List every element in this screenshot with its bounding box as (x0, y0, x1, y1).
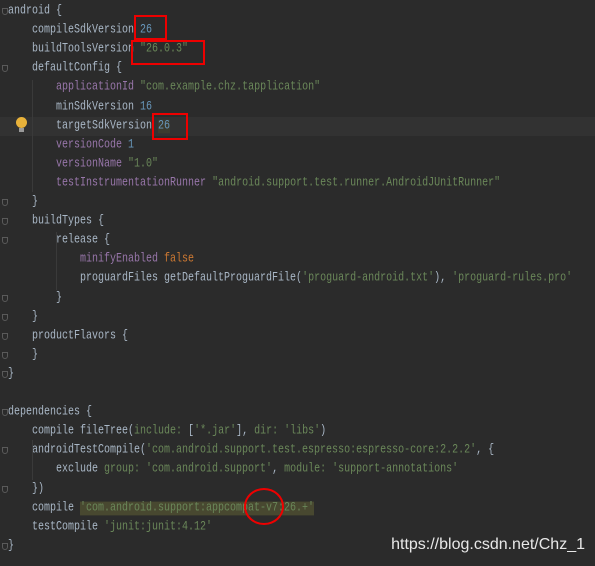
indent-guide (56, 232, 57, 290)
annotation-circle-appcompat-version (244, 488, 284, 525)
fold-marker-icon[interactable] (2, 237, 8, 245)
code-line[interactable]: } (0, 289, 595, 308)
code-text: } (8, 363, 14, 387)
code-token: ), (434, 272, 453, 286)
code-text: exclude group: 'com.android.support', mo… (8, 458, 458, 482)
code-token: group: (104, 463, 147, 477)
code-line[interactable]: applicationId "com.example.chz.tapplicat… (0, 78, 595, 97)
fold-marker-icon[interactable] (2, 351, 8, 359)
code-token: } (8, 539, 15, 554)
code-token: } (8, 195, 39, 210)
code-token: exclude (8, 463, 105, 477)
code-token: dir: (254, 424, 285, 439)
code-token: 16 (140, 100, 153, 114)
annotation-box-target-sdk (152, 113, 188, 140)
code-line[interactable]: testInstrumentationRunner "android.suppo… (0, 174, 595, 193)
code-token: android { (8, 4, 63, 19)
indent-guide (32, 80, 33, 192)
code-token: 'proguard-android.txt' (302, 272, 435, 286)
code-text: testInstrumentationRunner "android.suppo… (8, 172, 500, 196)
code-token: '*.jar' (194, 424, 237, 439)
code-token: ) (320, 424, 327, 439)
code-token: } (8, 367, 15, 382)
watermark: https://blog.csdn.net/Chz_1 (391, 536, 585, 553)
code-token: compileSdkVersion (8, 23, 141, 38)
lightbulb-icon[interactable] (16, 117, 27, 132)
code-token: ], (236, 424, 255, 439)
code-text: proguardFiles getDefaultProguardFile('pr… (8, 267, 572, 291)
code-token: minifyEnabled (80, 252, 159, 267)
code-line[interactable]: proguardFiles getDefaultProguardFile('pr… (0, 269, 595, 288)
indent-guide (32, 440, 33, 480)
fold-marker-icon[interactable] (2, 409, 8, 417)
code-token: } (8, 291, 63, 305)
code-line[interactable]: } (0, 346, 595, 365)
code-token: include: (134, 424, 189, 439)
fold-marker-icon[interactable] (2, 370, 8, 378)
code-line[interactable]: testCompile 'junit:junit:4.12' (0, 518, 595, 537)
code-token: testInstrumentationRunner (56, 176, 207, 191)
code-token: versionCode (56, 138, 123, 153)
code-token: } (8, 310, 39, 324)
code-token: 'support-annotations' (332, 463, 459, 477)
fold-marker-icon[interactable] (2, 332, 8, 340)
code-token: dependencies { (8, 405, 93, 420)
code-token: 'com.android.support.test.espresso:espre… (146, 443, 477, 458)
code-token: } (8, 348, 39, 363)
code-token: 1 (128, 138, 135, 153)
code-token: "1.0" (128, 157, 159, 172)
code-token: versionName (56, 157, 123, 172)
fold-marker-icon[interactable] (2, 199, 8, 206)
code-token: minSdkVersion (8, 100, 141, 114)
code-token: buildToolsVersion (8, 42, 141, 57)
code-text: } (8, 534, 14, 558)
code-token: 'junit:junit:4.12' (104, 520, 213, 535)
code-token: , (272, 463, 285, 477)
code-token: release { (8, 233, 111, 248)
code-token: "com.example.chz.tapplication" (140, 81, 321, 95)
fold-marker-icon[interactable] (2, 313, 8, 321)
fold-marker-icon[interactable] (2, 542, 8, 550)
code-token: 'proguard-rules.pro' (452, 272, 573, 286)
fold-marker-icon[interactable] (2, 8, 8, 15)
code-token: 'com.android.support' (146, 463, 273, 477)
code-token: false (164, 252, 195, 267)
code-line[interactable]: } (0, 365, 595, 384)
code-token: productFlavors { (8, 329, 129, 344)
code-token: proguardFiles getDefaultProguardFile( (8, 272, 303, 286)
fold-marker-icon[interactable] (2, 485, 8, 493)
code-token: module: (284, 463, 333, 477)
fold-marker-icon[interactable] (2, 294, 8, 302)
code-token: compile fileTree( (8, 424, 135, 439)
code-token: 'libs' (284, 424, 321, 439)
code-token: defaultConfig { (8, 61, 123, 76)
annotation-box-build-tools (131, 40, 205, 65)
code-line[interactable]: exclude group: 'com.android.support', mo… (0, 460, 595, 479)
code-token: }) (8, 482, 45, 496)
code-token: targetSdkVersion (8, 119, 159, 133)
code-token: buildTypes { (8, 214, 105, 229)
code-token: testCompile (8, 520, 105, 535)
code-token: , { (476, 443, 495, 458)
code-line[interactable]: productFlavors { (0, 327, 595, 346)
annotation-box-compile-sdk (134, 15, 167, 40)
code-token: "android.support.test.runner.AndroidJUni… (212, 176, 501, 191)
code-text: testCompile 'junit:junit:4.12' (8, 515, 212, 539)
code-token: applicationId (56, 81, 135, 95)
code-token: compile (8, 501, 81, 515)
fold-marker-icon[interactable] (2, 218, 8, 226)
code-token: androidTestCompile( (8, 443, 147, 458)
